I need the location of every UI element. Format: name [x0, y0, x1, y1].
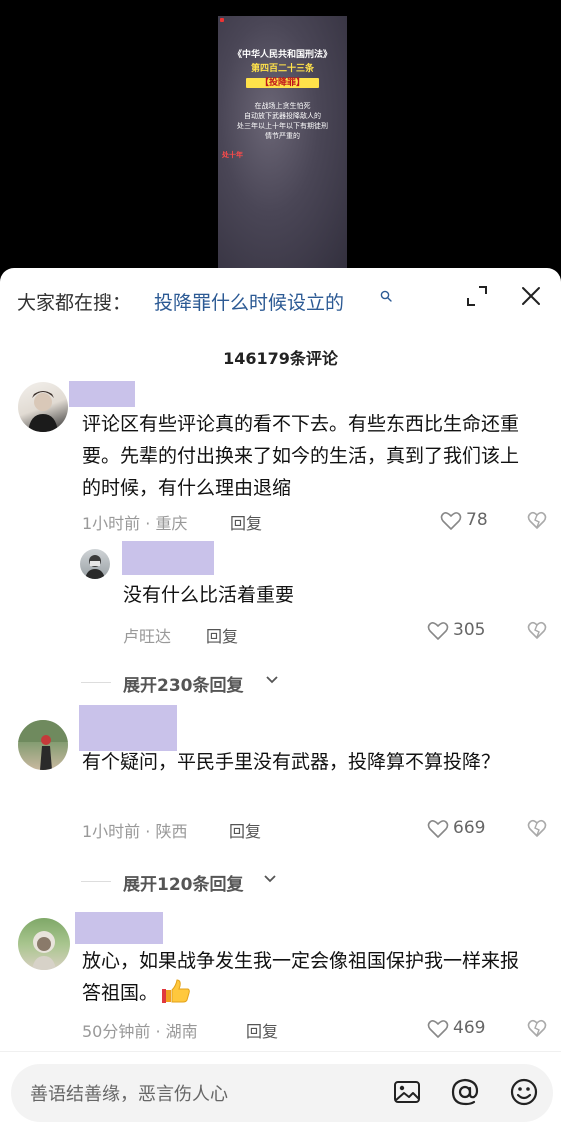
dislike-icon[interactable] — [527, 511, 547, 531]
reply-button[interactable]: 回复 — [229, 818, 261, 842]
video-text-line: 自动放下武器投降敌人的 — [244, 112, 321, 120]
mention-icon[interactable] — [450, 1077, 480, 1107]
thumbs-up-emoji-icon — [162, 979, 190, 1003]
comment-text: 放心，如果战争发生我一定会像祖国保护我一样来报答祖国。 — [82, 945, 532, 1009]
comment-input-bar: 善语结善缘，恶言伤人心 — [0, 1051, 561, 1135]
video-text-line: 处三年以上十年以下有期徒刑 — [237, 122, 328, 130]
heart-icon — [427, 1020, 449, 1038]
image-icon[interactable] — [392, 1077, 422, 1107]
like-button[interactable]: 78 — [440, 510, 500, 532]
thumbnail-corner-mark — [220, 18, 224, 22]
avatar[interactable] — [18, 382, 68, 432]
reply-button[interactable]: 回复 — [246, 1018, 278, 1042]
screen: 《中华人民共和国刑法》 第四百二十三条 【投降罪】 在战场上贪生怕死 自动放下武… — [0, 0, 561, 1135]
comment-input-placeholder: 善语结善缘，恶言伤人心 — [30, 1084, 228, 1105]
like-count: 669 — [453, 818, 486, 838]
video-text-line: 在战场上贪生怕死 — [254, 102, 311, 110]
search-icon — [380, 290, 392, 302]
expand-replies-button[interactable]: 展开120条回复 — [81, 870, 301, 895]
dislike-icon[interactable] — [527, 819, 547, 839]
comment-meta: 1小时前 · 重庆 — [82, 514, 188, 533]
comment-text: 评论区有些评论真的看不下去。有些东西比生命还重要。先辈的付出换来了如今的生活，真… — [82, 413, 520, 499]
comment-text-body: 放心，如果战争发生我一定会像祖国保护我一样来报答祖国。 — [82, 950, 520, 1004]
expand-replies-label: 展开230条回复 — [123, 676, 244, 696]
reply-button[interactable]: 回复 — [230, 510, 262, 534]
video-text-line: 处十年 — [222, 151, 243, 159]
expand-replies-button[interactable]: 展开230条回复 — [81, 671, 301, 696]
comment-text: 有个疑问，平民手里没有武器，投降算不算投降？ — [82, 751, 501, 773]
video-article-line: 第四百二十三条 — [250, 64, 314, 74]
avatar[interactable] — [18, 720, 68, 770]
divider-line — [81, 682, 111, 683]
like-count: 305 — [453, 620, 486, 640]
comment-sheet: 大家都在搜： 投降罪什么时候设立的 146179条评论 评论区有些评论真的看不下… — [0, 268, 561, 1135]
heart-icon — [440, 512, 462, 530]
video-crime-line: 【投降罪】 — [246, 78, 319, 88]
avatar[interactable] — [18, 918, 70, 970]
video-title-line: 《中华人民共和国刑法》 — [232, 50, 332, 60]
video-thumbnail[interactable]: 《中华人民共和国刑法》 第四百二十三条 【投降罪】 在战场上贪生怕死 自动放下武… — [218, 16, 347, 268]
dislike-icon[interactable] — [527, 621, 547, 641]
search-prefix: 大家都在搜： — [17, 292, 132, 314]
avatar-icon — [85, 555, 105, 579]
like-button[interactable]: 669 — [427, 818, 497, 840]
reply-button[interactable]: 回复 — [206, 623, 238, 647]
like-count: 469 — [453, 1018, 486, 1038]
reply-username-redacted[interactable] — [122, 541, 214, 575]
avatar-icon — [18, 720, 68, 770]
avatar-icon — [32, 931, 56, 970]
reply-text: 没有什么比活着重要 — [123, 584, 295, 606]
chevron-down-icon — [266, 676, 278, 684]
video-area[interactable]: 《中华人民共和国刑法》 第四百二十三条 【投降罪】 在战场上贪生怕死 自动放下武… — [0, 0, 561, 268]
search-suggestion-link[interactable]: 投降罪什么时候设立的 — [154, 288, 344, 315]
reply-meta: 卢旺达 — [123, 627, 172, 646]
comment-input[interactable]: 善语结善缘，恶言伤人心 — [11, 1064, 553, 1122]
like-count: 78 — [466, 510, 488, 530]
close-icon[interactable] — [520, 285, 542, 307]
expand-icon[interactable] — [466, 285, 488, 307]
video-text-line: 情节严重的 — [265, 132, 300, 140]
expand-replies-label: 展开120条回复 — [123, 875, 244, 895]
username-redacted[interactable] — [79, 705, 177, 751]
heart-icon — [427, 622, 449, 640]
like-button[interactable]: 305 — [427, 620, 497, 642]
avatar-icon — [28, 391, 58, 432]
dislike-icon[interactable] — [527, 1019, 547, 1039]
chevron-down-icon — [264, 875, 276, 883]
emoji-icon[interactable] — [509, 1077, 539, 1107]
username-redacted[interactable] — [75, 912, 163, 944]
heart-icon — [427, 820, 449, 838]
comment-meta: 50分钟前 · 湖南 — [82, 1022, 198, 1041]
comment-count: 146179条评论 — [223, 349, 338, 368]
username-redacted[interactable] — [69, 381, 135, 407]
like-button[interactable]: 469 — [427, 1018, 497, 1040]
reply-avatar[interactable] — [80, 549, 110, 579]
divider-line — [81, 881, 111, 882]
comment-meta: 1小时前 · 陕西 — [82, 822, 188, 841]
